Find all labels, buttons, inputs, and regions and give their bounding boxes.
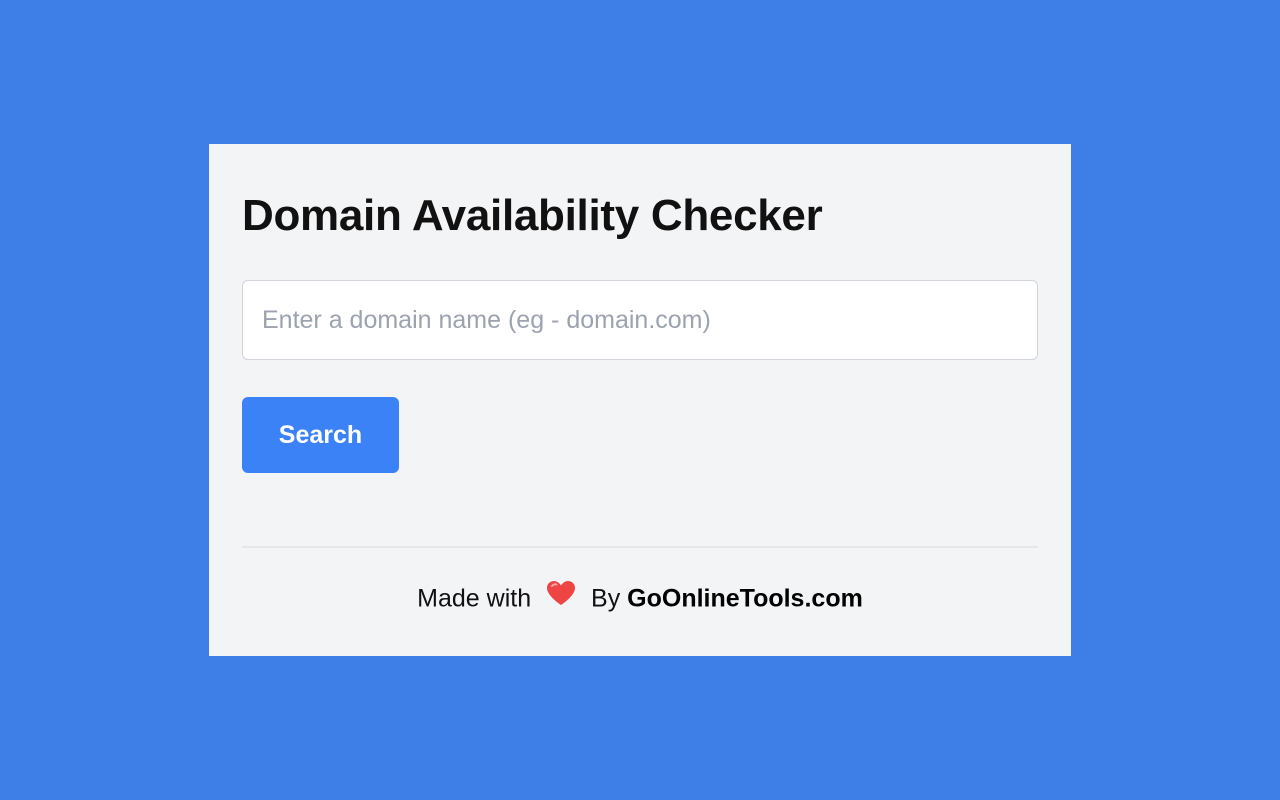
- divider: [242, 546, 1038, 548]
- brand-link[interactable]: GoOnlineTools.com: [627, 585, 863, 613]
- footer-credit: Made with By GoOnlineTools.com: [209, 576, 1071, 624]
- footer-prefix: Made with: [417, 584, 532, 613]
- heart-icon: [546, 576, 576, 620]
- footer-by: By: [591, 584, 621, 613]
- search-button[interactable]: Search: [242, 397, 399, 473]
- domain-checker-card: Domain Availability Checker Search Made …: [209, 144, 1071, 656]
- domain-input[interactable]: [242, 280, 1038, 360]
- domain-input-wrapper: [242, 280, 1038, 360]
- page-title: Domain Availability Checker: [242, 191, 823, 240]
